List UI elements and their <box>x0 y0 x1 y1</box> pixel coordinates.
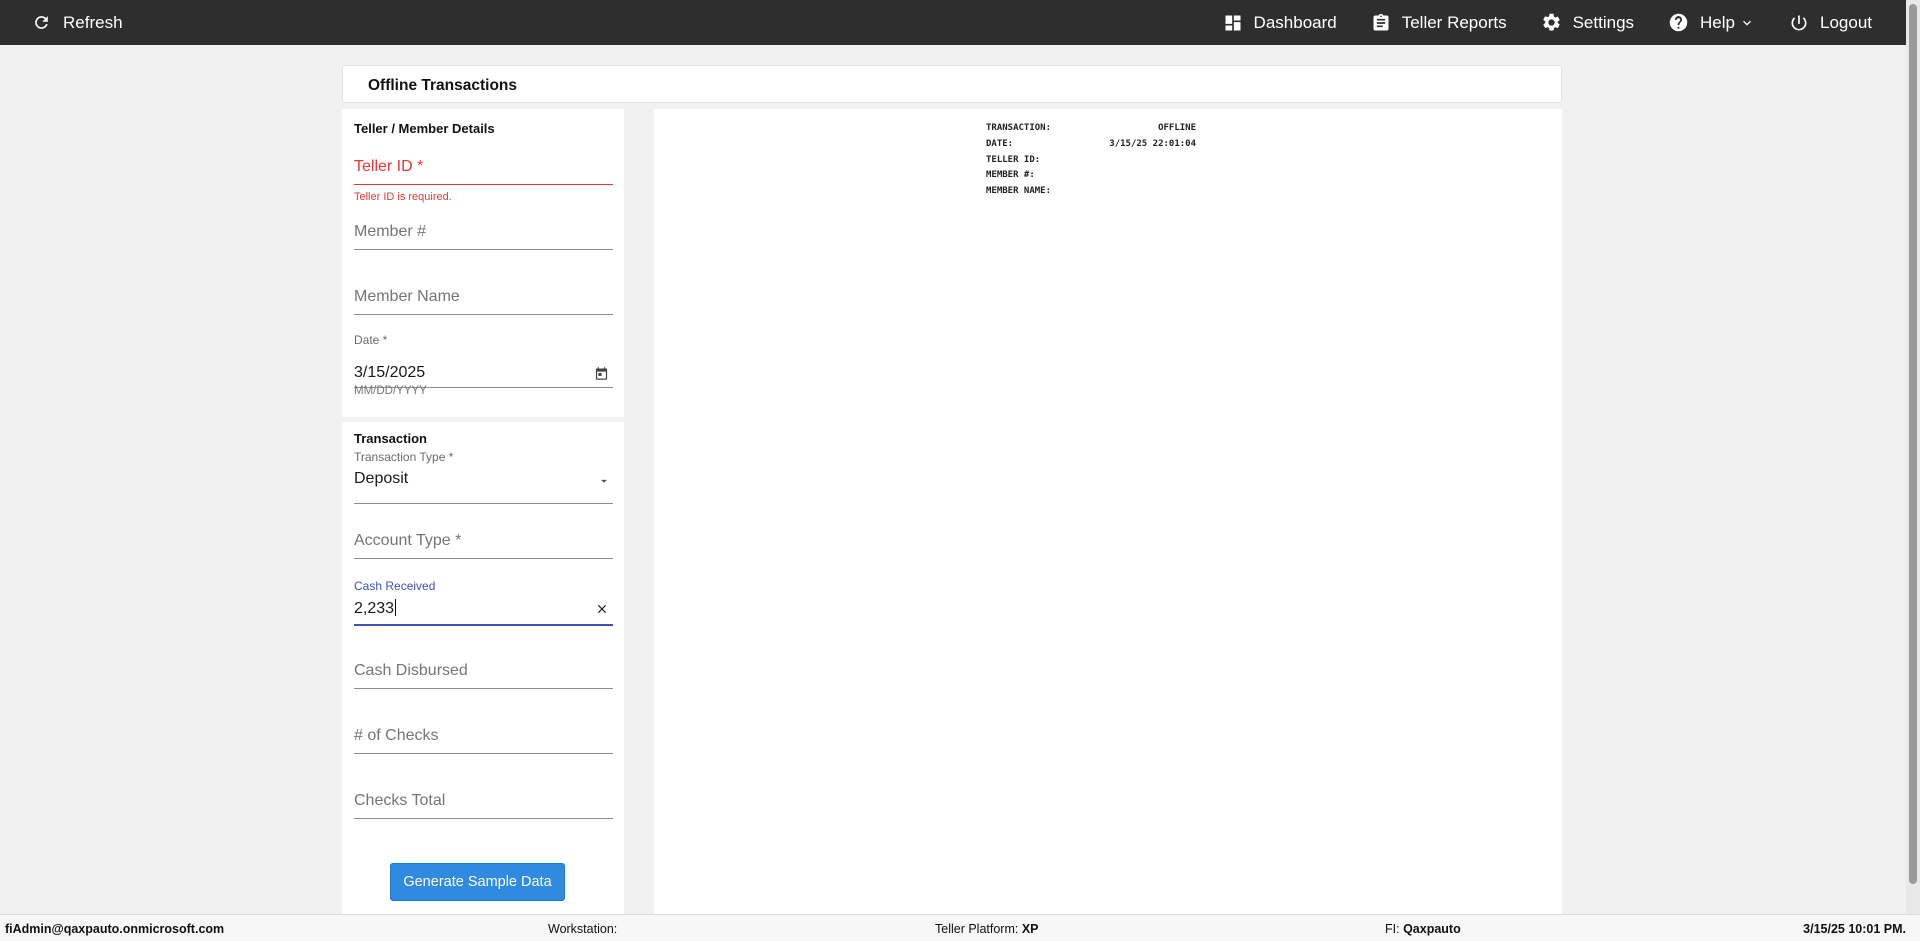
cash-received-underline <box>354 624 613 626</box>
calendar-icon[interactable] <box>594 366 609 381</box>
nav-dashboard[interactable]: Dashboard <box>1223 0 1337 45</box>
teller-id-underline <box>354 184 613 185</box>
status-footer: fiAdmin@qaxpauto.onmicrosoft.com Worksta… <box>0 914 1920 941</box>
gear-icon <box>1542 13 1560 31</box>
cash-disbursed-underline <box>354 688 613 689</box>
nav-help-label: Help <box>1700 12 1735 32</box>
receipt-row-teller-id: TELLER ID: <box>986 155 1196 171</box>
nav-logout[interactable]: Logout <box>1789 0 1872 45</box>
transaction-type-underline <box>354 503 613 504</box>
transaction-type-select[interactable]: Transaction Type * Deposit <box>354 450 613 504</box>
teller-section-title: Teller / Member Details <box>354 121 495 136</box>
transaction-section-title: Transaction <box>354 431 427 446</box>
member-number-field[interactable]: Member # <box>354 220 613 250</box>
page-header: Offline Transactions <box>342 65 1562 103</box>
member-number-placeholder: Member # <box>354 223 427 240</box>
nav-teller-reports[interactable]: Teller Reports <box>1371 0 1507 45</box>
footer-datetime: 3/15/25 10:01 PM. <box>1803 922 1906 936</box>
account-type-underline <box>354 558 613 559</box>
teller-id-error: Teller ID is required. <box>354 191 452 203</box>
cash-received-field[interactable]: Cash Received 2,233 <box>354 579 613 626</box>
receipt-value: OFFLINE <box>1158 123 1196 133</box>
account-type-select[interactable]: Account Type * <box>354 529 613 559</box>
checks-total-underline <box>354 818 613 819</box>
nav-teller-reports-label: Teller Reports <box>1401 12 1507 32</box>
transaction-form-panel: Teller / Member Details Teller ID * Tell… <box>342 109 624 915</box>
nav-settings-label: Settings <box>1572 12 1635 32</box>
member-name-placeholder: Member Name <box>354 288 460 305</box>
account-type-placeholder: Account Type * <box>354 532 462 549</box>
section-divider <box>342 417 624 422</box>
receipt-row-member-name: MEMBER NAME: <box>986 186 1196 202</box>
clear-icon[interactable] <box>595 602 609 616</box>
num-checks-underline <box>354 753 613 754</box>
receipt-preview-panel: TRANSACTION: OFFLINE DATE: 3/15/25 22:01… <box>654 109 1562 915</box>
receipt-label: TRANSACTION: <box>986 123 1052 133</box>
chevron-down-icon <box>1743 20 1751 26</box>
dashboard-icon <box>1225 15 1241 30</box>
nav-dashboard-label: Dashboard <box>1253 12 1337 32</box>
dropdown-arrow-icon <box>601 479 607 483</box>
date-value: 3/15/2025 <box>354 364 426 381</box>
num-checks-placeholder: # of Checks <box>354 727 439 744</box>
member-name-field[interactable]: Member Name <box>354 285 613 315</box>
generate-sample-data-button[interactable]: Generate Sample Data <box>390 863 565 901</box>
checks-total-field[interactable]: Checks Total <box>354 789 613 819</box>
receipt-label: MEMBER #: <box>986 170 1035 181</box>
footer-fi: FI: Qaxpauto <box>1385 922 1461 936</box>
power-icon <box>1791 15 1807 30</box>
cash-disbursed-placeholder: Cash Disbursed <box>354 662 468 679</box>
footer-user: fiAdmin@qaxpauto.onmicrosoft.com <box>5 922 225 936</box>
receipt-row-date: DATE: 3/15/25 22:01:04 <box>986 139 1196 155</box>
date-field[interactable]: Date * 3/15/2025 <box>354 333 613 388</box>
scrollbar-thumb[interactable] <box>1909 4 1917 884</box>
teller-id-placeholder: Teller ID * <box>354 158 424 175</box>
receipt-row-member-number: MEMBER #: <box>986 170 1196 186</box>
page-scrollbar[interactable] <box>1906 0 1920 914</box>
cash-received-input[interactable]: 2,233 <box>354 599 397 618</box>
date-format-hint: MM/DD/YYYY <box>354 385 427 397</box>
transaction-type-value: Deposit <box>354 470 409 487</box>
refresh-label: Refresh <box>63 12 123 32</box>
footer-fi-label: FI: <box>1385 922 1400 936</box>
receipt-text: TRANSACTION: OFFLINE DATE: 3/15/25 22:01… <box>986 123 1196 202</box>
nav-logout-label: Logout <box>1820 12 1872 32</box>
text-caret <box>395 599 397 616</box>
receipt-label: DATE: <box>986 138 1014 149</box>
transaction-type-label: Transaction Type * <box>354 450 454 464</box>
receipt-row-transaction: TRANSACTION: OFFLINE <box>986 123 1196 139</box>
clipboard-icon <box>1373 13 1389 31</box>
member-number-underline <box>354 249 613 250</box>
nav-menu: Dashboard Teller Reports Settings Help L… <box>1223 0 1872 45</box>
checks-total-placeholder: Checks Total <box>354 792 446 809</box>
footer-teller-platform: Teller Platform: XP <box>935 922 1039 936</box>
page-title: Offline Transactions <box>368 77 518 94</box>
teller-id-field[interactable]: Teller ID * <box>354 155 613 185</box>
cash-received-value: 2,233 <box>354 600 395 617</box>
num-checks-field[interactable]: # of Checks <box>354 724 613 754</box>
footer-platform-label: Teller Platform: <box>935 922 1019 936</box>
nav-settings[interactable]: Settings <box>1541 0 1634 45</box>
footer-workstation: Workstation: <box>548 922 618 936</box>
nav-help[interactable]: Help <box>1668 0 1755 45</box>
refresh-button[interactable]: Refresh <box>32 0 123 45</box>
help-circle-icon <box>1669 13 1688 32</box>
receipt-label: MEMBER NAME: <box>986 186 1052 197</box>
refresh-icon <box>35 16 48 29</box>
top-nav-bar: Refresh Dashboard Teller Reports Setting… <box>0 0 1920 45</box>
footer-platform-value: XP <box>1021 922 1039 936</box>
receipt-label: TELLER ID: <box>986 154 1041 165</box>
receipt-value: 3/15/25 22:01:04 <box>1109 138 1196 149</box>
cash-received-label: Cash Received <box>354 579 436 593</box>
member-name-underline <box>354 314 613 315</box>
date-label: Date * <box>354 333 388 347</box>
cash-disbursed-field[interactable]: Cash Disbursed <box>354 659 613 689</box>
footer-fi-value: Qaxpauto <box>1403 922 1461 936</box>
